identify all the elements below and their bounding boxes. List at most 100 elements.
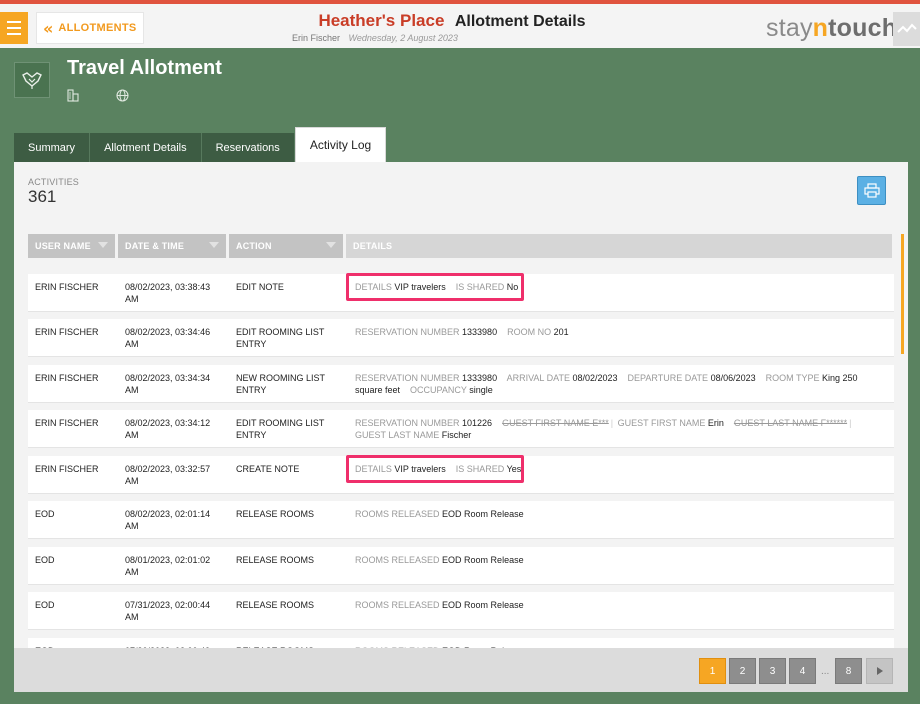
cell-user-name: ERIN FISCHER (35, 464, 99, 474)
page-button-8[interactable]: 8 (835, 658, 862, 684)
table-row[interactable]: EOD 07/31/2023, 02:00:44 AM RELEASE ROOMS R… (28, 592, 894, 630)
print-button[interactable] (857, 176, 886, 205)
detail-key: GUEST LAST NAME (355, 430, 440, 440)
detail-key: RESERVATION NUMBER (355, 418, 460, 428)
detail-key: ROOM NO (507, 327, 552, 337)
pagination-ellipsis: ... (821, 666, 830, 677)
old-value: GUEST LAST NAME F****** (733, 418, 848, 428)
cell-action: EDIT ROOMING LIST ENTRY (236, 418, 325, 440)
column-header-label: DETAILS (353, 241, 393, 251)
detail-value: EOD Room Release (442, 509, 524, 519)
analytics-button[interactable] (893, 12, 920, 46)
column-header-label: USER NAME (35, 241, 91, 251)
column-header-label: ACTION (236, 241, 272, 251)
cell-user-name: ERIN FISCHER (35, 282, 99, 292)
column-header-date-time[interactable]: DATE & TIME (118, 234, 226, 258)
page-button-4[interactable]: 4 (789, 658, 816, 684)
table-header: USER NAME DATE & TIME ACTION DETAILS (28, 234, 892, 258)
page-title: Allotment Details (454, 13, 586, 30)
cell-date-time: 08/02/2023, 03:34:12 AM (125, 418, 211, 440)
detail-value: Erin (707, 418, 724, 428)
cell-details: RESERVATION NUMBER 1333980 ARRIVAL DATE … (355, 372, 885, 396)
detail-key: RESERVATION NUMBER (355, 327, 460, 337)
menu-line (7, 21, 21, 23)
cell-date-time: 08/01/2023, 02:01:02 AM (125, 555, 211, 577)
cell-details: ROOMS RELEASED EOD Room Release (355, 508, 885, 520)
detail-value: 101226 (462, 418, 493, 428)
brand-text-n: n (812, 14, 829, 42)
table-row[interactable]: ERIN FISCHER 08/02/2023, 03:34:12 AM EDIT … (28, 410, 894, 448)
column-header-user-name[interactable]: USER NAME (28, 234, 115, 258)
double-chevron-left-icon: « (43, 18, 53, 38)
page-button-3[interactable]: 3 (759, 658, 786, 684)
cell-user-name: EOD (35, 600, 55, 610)
top-bar: « ALLOTMENTS Heather's Place Allotment D… (0, 0, 920, 48)
scrollbar[interactable] (901, 234, 904, 354)
detail-key: GUEST FIRST NAME (617, 418, 706, 428)
page-button-1[interactable]: 1 (699, 658, 726, 684)
cell-user-name: ERIN FISCHER (35, 418, 99, 428)
sort-caret-icon (326, 242, 336, 248)
highlight-box (346, 455, 524, 483)
next-page-button[interactable] (866, 658, 893, 684)
cell-date-time: 07/31/2023, 02:00:44 AM (125, 600, 211, 622)
tab-bar: Summary Allotment Details Reservations A… (14, 127, 387, 162)
detail-key: ROOMS RELEASED (355, 509, 440, 519)
detail-value: 08/06/2023 (710, 373, 756, 383)
back-button-label: ALLOTMENTS (58, 22, 137, 34)
allotment-icon-box (14, 62, 50, 98)
cell-user-name: ERIN FISCHER (35, 327, 99, 337)
sort-caret-icon (98, 242, 108, 248)
table-row[interactable]: EOD 08/01/2023, 02:01:02 AM RELEASE ROOMS R… (28, 547, 894, 585)
hamburger-menu-button[interactable] (0, 12, 28, 44)
separator: | (849, 418, 852, 428)
table-row[interactable]: ERIN FISCHER 08/02/2023, 03:34:46 AM EDIT … (28, 319, 894, 357)
user-name: Erin Fischer (292, 33, 341, 43)
activities-count: 361 (28, 187, 57, 206)
cell-user-name: EOD (35, 509, 55, 519)
chevron-right-icon (876, 667, 883, 675)
table-row[interactable]: ERIN FISCHER 08/02/2023, 03:38:43 AM EDIT … (28, 273, 894, 312)
sort-caret-icon (209, 242, 219, 248)
column-header-action[interactable]: ACTION (229, 234, 343, 258)
table-row[interactable]: ERIN FISCHER 08/02/2023, 03:34:34 AM NEW R… (28, 365, 894, 403)
menu-line (7, 27, 21, 29)
tab-reservations[interactable]: Reservations (201, 133, 295, 162)
detail-key: ROOM TYPE (765, 373, 820, 383)
activities-label: ACTIVITIES (28, 177, 80, 187)
detail-key: ROOMS RELEASED (355, 600, 440, 610)
table-row[interactable]: EOD 08/02/2023, 02:01:14 AM RELEASE ROOMS R… (28, 501, 894, 539)
detail-value: EOD Room Release (442, 600, 524, 610)
detail-key: DEPARTURE DATE (627, 373, 709, 383)
detail-value: 08/02/2023 (572, 373, 618, 383)
page-button-2[interactable]: 2 (729, 658, 756, 684)
table-row[interactable]: ERIN FISCHER 08/02/2023, 03:32:57 AM CREAT… (28, 455, 894, 494)
handshake-icon (22, 72, 42, 89)
separator: | (610, 418, 614, 428)
tab-activity-log[interactable]: Activity Log (294, 127, 387, 162)
printer-icon (863, 183, 880, 198)
brand-text-touch: touch (828, 14, 898, 42)
tab-allotment-details[interactable]: Allotment Details (90, 133, 202, 162)
cell-date-time: 08/02/2023, 02:01:14 AM (125, 509, 211, 531)
pagination-bar: 1 2 3 4 ... 8 (14, 648, 908, 692)
cell-date-time: 08/02/2023, 03:38:43 AM (125, 282, 211, 304)
detail-value: 1333980 (462, 327, 498, 337)
hotel-name: Heather's Place (318, 11, 445, 30)
detail-key: RESERVATION NUMBER (355, 373, 460, 383)
cell-details: ROOMS RELEASED EOD Room Release (355, 554, 885, 566)
old-value: GUEST FIRST NAME E*** (502, 418, 609, 428)
detail-key: ROOMS RELEASED (355, 555, 440, 565)
detail-value: single (469, 385, 493, 395)
detail-value: Fischer (441, 430, 472, 440)
tab-summary[interactable]: Summary (14, 133, 91, 162)
globe-icon (116, 89, 129, 107)
chart-line-icon (896, 23, 917, 33)
back-to-allotments-button[interactable]: « ALLOTMENTS (36, 12, 144, 44)
cell-action: EDIT NOTE (236, 282, 284, 292)
cell-date-time: 08/02/2023, 03:32:57 AM (125, 464, 211, 486)
allotment-title: Travel Allotment (67, 57, 222, 79)
cell-action: NEW ROOMING LIST ENTRY (236, 373, 325, 395)
cell-user-name: ERIN FISCHER (35, 373, 99, 383)
column-header-details: DETAILS (346, 234, 892, 258)
